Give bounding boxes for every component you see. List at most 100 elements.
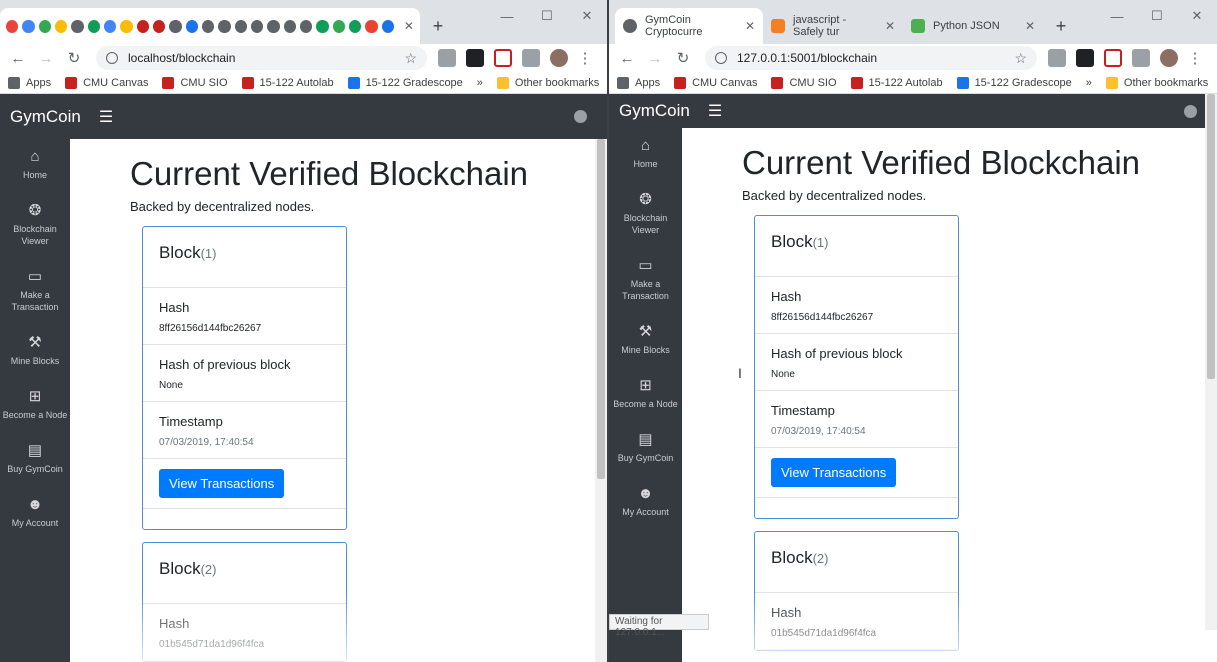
hash-field: Hash 8ff26156d144fbc26267 [143,288,346,345]
maximize-icon[interactable]: ☐ [1137,0,1177,32]
reload-icon[interactable]: ↻ [671,46,695,70]
page-subtitle: Backed by decentralized nodes. [130,199,315,214]
gradescope-icon [347,76,360,89]
tab-javascript[interactable]: javascript - Safely tur ✕ [763,8,903,44]
bookmark-star-icon[interactable]: ☆ [404,50,417,67]
prev-hash-field: Hash of previous block None [755,334,958,391]
tab-gymcoin[interactable]: GymCoin Cryptocurre ✕ [615,8,763,44]
bookmark-gradescope[interactable]: 15-122 Gradescope [347,76,463,89]
user-icon[interactable] [574,110,587,123]
stackoverflow-icon [771,19,785,33]
page-title: Current Verified Blockchain [130,155,529,192]
screen: ✕ + — ☐ ✕ ← → ↻ localhost/blockchain ☆ ⋮ [0,0,1217,662]
sidebar-item-become-node[interactable]: ⊞ Become a Node [609,378,682,410]
block-card: Block(1) Hash 8ff26156d144fbc26267 Hash o… [142,226,347,530]
scrollbar[interactable] [595,139,607,662]
apps-grid-icon [8,76,20,89]
profile-avatar[interactable] [550,49,568,67]
close-window-icon[interactable]: ✕ [567,0,607,32]
pinned-tabs[interactable]: ✕ [0,8,420,44]
bookmark-other[interactable]: Other bookmarks [496,76,599,89]
info-icon[interactable] [106,52,118,64]
bookmark-star-icon[interactable]: ☆ [1014,50,1027,67]
bookmark-canvas[interactable]: CMU Canvas [65,76,148,89]
bookmark-canvas[interactable]: CMU Canvas [674,76,757,89]
user-icon: ☻ [637,485,654,502]
sidebar-item-become-node[interactable]: ⊞ Become a Node [0,389,70,421]
menu-icon[interactable]: ⋮ [1183,46,1207,70]
bookmark-sio[interactable]: CMU SIO [162,76,228,89]
close-tab-icon[interactable]: ✕ [404,19,414,33]
brand[interactable]: GymCoin [619,101,690,121]
extension-icon[interactable] [1132,49,1150,67]
sidebar-item-make-transaction[interactable]: ▭ Make a Transaction [609,258,682,302]
sidebar-item-my-account[interactable]: ☻ My Account [0,497,70,529]
extension-icon[interactable] [1076,49,1094,67]
left-page: GymCoin ☰ ⌂ Home ❂ Blockchain Viewer ▭ Make… [0,94,607,662]
extension-icon[interactable] [438,49,456,67]
hamburger-icon[interactable]: ☰ [708,101,722,121]
forward-icon[interactable]: → [643,46,667,70]
scrollbar[interactable] [1205,94,1217,630]
left-tab-strip: ✕ + — ☐ ✕ [0,0,607,44]
bookmark-autolab[interactable]: 15-122 Autolab [241,76,334,89]
minimize-icon[interactable]: — [1097,0,1137,32]
sitemap-icon: ⊞ [639,377,652,394]
extension-icon[interactable] [1048,49,1066,67]
url-text: 127.0.0.1:5001/blockchain [737,51,878,65]
bookmark-apps[interactable]: Apps [617,76,660,89]
sidebar-item-buy-gymcoin[interactable]: ▤ Buy GymCoin [0,443,70,475]
sidebar-item-mine-blocks[interactable]: ⚒ Mine Blocks [0,335,70,367]
url-text: localhost/blockchain [128,51,236,65]
timestamp-field: Timestamp 07/03/2019, 17:40:54 [755,391,958,448]
info-icon[interactable] [715,52,727,64]
close-window-icon[interactable]: ✕ [1177,0,1217,32]
right-tab-strip: GymCoin Cryptocurre ✕ javascript - Safel… [609,0,1217,44]
close-tab-icon[interactable]: ✕ [739,19,755,33]
left-toolbar: ← → ↻ localhost/blockchain ☆ ⋮ [0,44,607,72]
minimize-icon[interactable]: — [487,0,527,32]
reload-icon[interactable]: ↻ [62,46,86,70]
back-icon[interactable]: ← [6,46,30,70]
bookmark-other[interactable]: Other bookmarks [1105,76,1208,89]
extension-icon[interactable] [494,49,512,67]
brand[interactable]: GymCoin [10,107,81,127]
new-tab-button[interactable]: + [1047,12,1075,40]
bookmark-apps[interactable]: Apps [8,76,51,89]
view-transactions-button[interactable]: View Transactions [159,469,285,498]
bookmark-gradescope[interactable]: 15-122 Gradescope [956,76,1072,89]
back-icon[interactable]: ← [615,46,639,70]
more-bookmarks-icon[interactable]: » [1086,77,1092,89]
close-tab-icon[interactable]: ✕ [1019,19,1035,33]
hamburger-icon[interactable]: ☰ [99,107,113,127]
extension-icon[interactable] [1104,49,1122,67]
tab-python-json[interactable]: Python JSON ✕ [903,8,1043,44]
extension-icon[interactable] [522,49,540,67]
store-icon: ▤ [638,431,653,448]
sidebar-item-blockchain-viewer[interactable]: ❂ Blockchain Viewer [609,192,682,236]
sidebar-item-home[interactable]: ⌂ Home [0,149,70,181]
sidebar-item-mine-blocks[interactable]: ⚒ Mine Blocks [609,324,682,356]
w3schools-icon [911,19,925,33]
close-tab-icon[interactable]: ✕ [879,19,895,33]
sidebar-item-blockchain-viewer[interactable]: ❂ Blockchain Viewer [0,203,70,247]
hammer-icon: ⚒ [28,334,42,351]
new-tab-button[interactable]: + [424,12,452,40]
bookmark-sio[interactable]: CMU SIO [771,76,837,89]
sidebar-item-buy-gymcoin[interactable]: ▤ Buy GymCoin [609,432,682,464]
bookmark-autolab[interactable]: 15-122 Autolab [850,76,943,89]
view-transactions-button[interactable]: View Transactions [771,458,897,487]
extension-icon[interactable] [466,49,484,67]
menu-icon[interactable]: ⋮ [573,46,597,70]
address-bar[interactable]: 127.0.0.1:5001/blockchain ☆ [705,46,1037,70]
more-bookmarks-icon[interactable]: » [477,77,483,89]
forward-icon[interactable]: → [34,46,58,70]
maximize-icon[interactable]: ☐ [527,0,567,32]
blockchain-icon: ❂ [28,202,42,219]
sidebar-item-make-transaction[interactable]: ▭ Make a Transaction [0,269,70,313]
user-icon[interactable] [1184,104,1197,118]
sidebar-item-home[interactable]: ⌂ Home [609,138,682,170]
profile-avatar[interactable] [1160,49,1178,67]
sidebar-item-my-account[interactable]: ☻ My Account [609,486,682,518]
address-bar[interactable]: localhost/blockchain ☆ [96,46,427,70]
